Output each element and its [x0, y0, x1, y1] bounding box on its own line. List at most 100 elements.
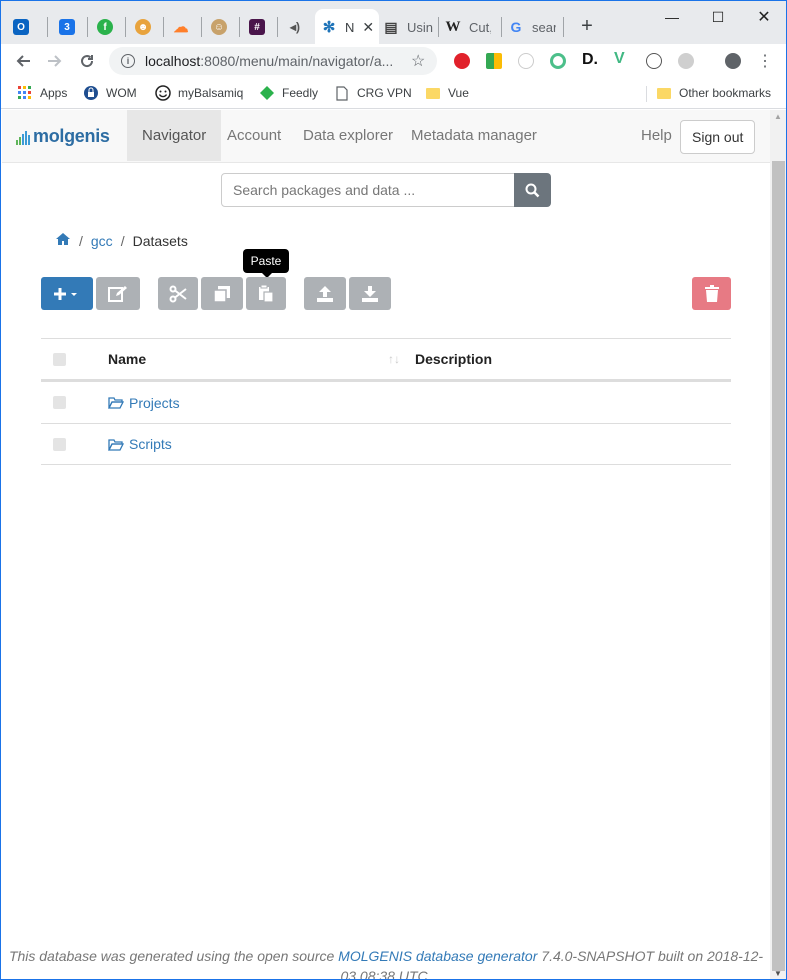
menu-button[interactable]: ⋮ — [753, 49, 777, 73]
upload-icon — [317, 285, 333, 302]
star-icon[interactable]: ☆ — [411, 51, 425, 71]
select-all-checkbox[interactable] — [53, 352, 66, 366]
search-icon — [525, 183, 540, 197]
profile-icon[interactable] — [725, 53, 741, 69]
new-tab-button[interactable]: + — [577, 15, 597, 38]
browser-window: O 3 f ☻ ☁ ☺ # ◂) ✻ N ✕ ▤ Usin W Cut, G s… — [0, 0, 787, 980]
molgenis-generator-link[interactable]: MOLGENIS database generator — [338, 948, 537, 964]
copy-button[interactable] — [201, 277, 243, 310]
google-extension-icon[interactable] — [486, 53, 502, 69]
opera-extension-icon[interactable] — [454, 53, 470, 69]
bookmark-vue[interactable]: Vue — [425, 84, 469, 102]
tab-wikipedia[interactable]: W Cut, — [445, 9, 492, 45]
table-header: Name ↑↓ Description — [41, 338, 731, 381]
nav-account[interactable]: Account — [212, 110, 296, 161]
paste-button[interactable] — [246, 277, 286, 310]
react-extension-icon[interactable] — [518, 53, 534, 69]
plus-dropdown-icon — [54, 287, 77, 300]
sort-icon[interactable]: ↑↓ — [388, 352, 400, 366]
feedly-icon: f — [97, 19, 113, 35]
arrow-left-icon — [16, 55, 30, 67]
minimize-button[interactable]: — — [649, 5, 695, 29]
code-extension-icon[interactable] — [646, 53, 662, 69]
bookmark-feedly[interactable]: Feedly — [259, 84, 318, 102]
copy-icon — [213, 285, 230, 303]
search-input[interactable] — [221, 173, 515, 207]
breadcrumb-datasets: Datasets — [132, 232, 188, 249]
forward-button[interactable] — [43, 49, 67, 73]
search-button[interactable] — [514, 173, 551, 207]
circle-extension-icon[interactable] — [550, 53, 566, 69]
bookmark-crg-vpn[interactable]: CRG VPN — [334, 84, 412, 102]
outlook-icon: O — [13, 19, 29, 35]
folder-open-icon — [108, 397, 124, 409]
gray-extension-icon[interactable] — [678, 53, 694, 69]
tab-feedly[interactable]: f — [97, 9, 113, 45]
info-icon[interactable]: i — [121, 54, 135, 68]
url-text: localhost:8080/menu/main/navigator/a... — [145, 53, 394, 69]
row-checkbox[interactable] — [53, 437, 66, 451]
row-checkbox[interactable] — [53, 396, 66, 409]
scrollbar-thumb[interactable] — [772, 161, 785, 971]
bookmark-apps[interactable]: Apps — [17, 84, 67, 102]
page-content: molgenis Navigator Account Data explorer… — [2, 110, 770, 980]
scroll-up-icon[interactable]: ▲ — [774, 112, 782, 121]
trash-icon — [704, 284, 719, 302]
name-column-header[interactable]: Name — [108, 351, 146, 367]
bookmark-wom[interactable]: WOM — [83, 84, 137, 102]
home-icon[interactable] — [55, 232, 71, 249]
folder-icon — [425, 85, 441, 101]
smiley-icon — [155, 85, 171, 101]
vue-extension-icon[interactable]: V — [614, 50, 630, 67]
page-footer: This database was generated using the op… — [8, 948, 764, 980]
tab-cloud[interactable]: ☁ — [173, 9, 189, 45]
close-icon[interactable]: ✕ — [362, 19, 374, 36]
nav-help[interactable]: Help — [626, 110, 687, 161]
sign-out-button[interactable]: Sign out — [680, 120, 756, 154]
page-scrollbar[interactable]: ▲ ▼ — [770, 110, 786, 979]
row-name-link[interactable]: Projects — [108, 395, 180, 411]
upload-button[interactable] — [304, 277, 346, 310]
tab-using[interactable]: ▤ Usin — [383, 9, 433, 45]
calendar-icon: 3 — [59, 19, 75, 35]
wikipedia-icon: W — [445, 18, 461, 35]
jenkins-icon: ☺ — [211, 19, 227, 35]
row-name-link[interactable]: Scripts — [108, 436, 172, 452]
feedly-icon — [259, 85, 275, 101]
maximize-button[interactable]: ☐ — [695, 5, 741, 29]
tab-jenkins[interactable]: ☺ — [211, 9, 227, 45]
molgenis-logo[interactable]: molgenis — [16, 127, 110, 145]
d-extension-icon[interactable]: D. — [582, 51, 598, 68]
scroll-down-icon[interactable]: ▼ — [774, 969, 782, 978]
tab-calendar[interactable]: 3 — [59, 9, 75, 45]
tab-molgenis[interactable]: ✻ N ✕ — [315, 9, 379, 45]
bookmark-mybalsamiq[interactable]: myBalsamiq — [155, 84, 243, 102]
tab-slack[interactable]: # — [249, 9, 265, 45]
breadcrumb: / gcc / Datasets — [55, 232, 188, 249]
tab-title: Usin — [407, 19, 433, 35]
folder-open-icon — [108, 438, 124, 451]
apps-grid-icon — [17, 85, 33, 101]
breadcrumb-gcc[interactable]: gcc — [91, 233, 113, 249]
paste-icon — [259, 284, 274, 303]
nav-metadata-manager[interactable]: Metadata manager — [396, 110, 552, 161]
logo-bars-icon — [16, 131, 30, 145]
tab-google[interactable]: G sear — [508, 9, 556, 45]
tab-outlook[interactable]: O — [13, 9, 29, 45]
address-bar[interactable]: i localhost:8080/menu/main/navigator/a..… — [109, 47, 437, 75]
nav-navigator[interactable]: Navigator — [127, 110, 222, 161]
tab-worker[interactable]: ☻ — [135, 9, 151, 45]
edit-button[interactable] — [96, 277, 140, 310]
reload-button[interactable] — [75, 49, 99, 73]
nav-data-explorer[interactable]: Data explorer — [288, 110, 408, 161]
bookmark-other[interactable]: Other bookmarks — [656, 84, 771, 102]
tab-audio[interactable]: ◂) — [287, 9, 303, 45]
cut-button[interactable] — [158, 277, 198, 310]
delete-button[interactable] — [692, 277, 731, 310]
close-window-button[interactable]: ✕ — [741, 5, 786, 29]
items-table: Name ↑↓ Description Projects Scripts — [41, 338, 731, 465]
back-button[interactable] — [11, 49, 35, 73]
add-button[interactable] — [41, 277, 93, 310]
cloud-icon: ☁ — [173, 19, 189, 36]
download-button[interactable] — [349, 277, 391, 310]
